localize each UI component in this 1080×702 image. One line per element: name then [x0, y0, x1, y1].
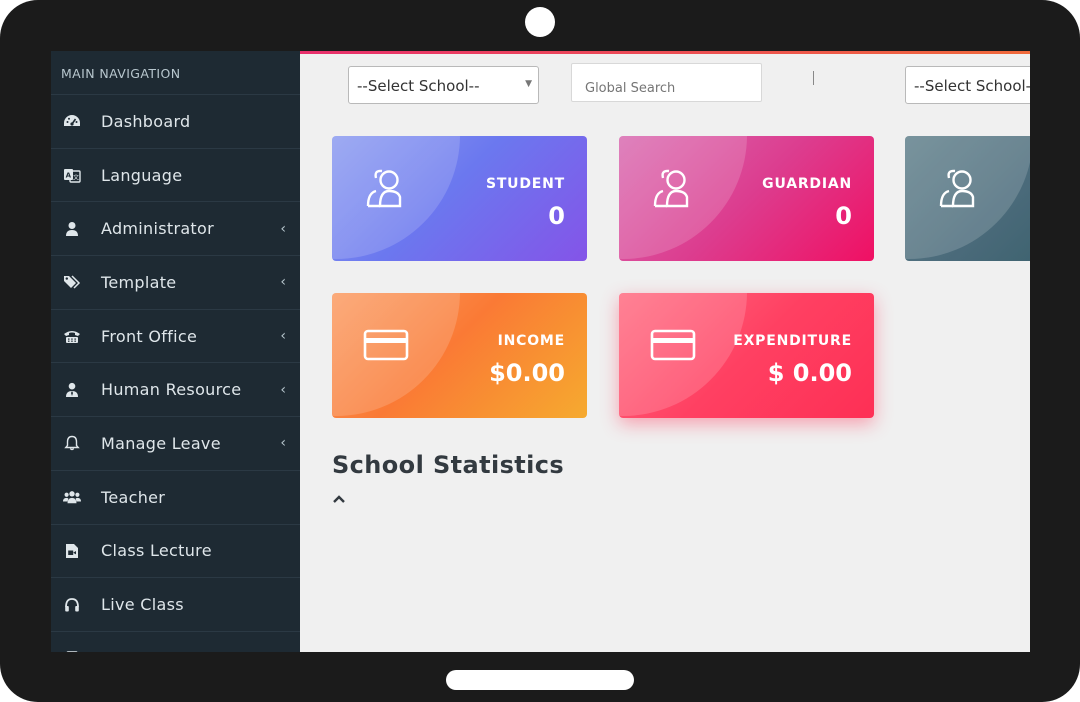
sidebar-item-label: Language [101, 165, 183, 185]
home-button[interactable] [446, 670, 634, 690]
student-stat-card[interactable]: STUDENT 0 [332, 136, 587, 261]
sidebar-item-class-lecture[interactable]: Class Lecture [51, 525, 300, 579]
card-label: EXPENDITURE [733, 333, 852, 349]
screen: MAIN NAVIGATION Dashboard A文 Language Ad… [51, 51, 1030, 652]
dashboard-icon [63, 112, 81, 130]
sidebar-item-label: Class Lecture [101, 541, 212, 561]
sidebar-item-label: Administrator [101, 219, 214, 239]
main-navigation-header: MAIN NAVIGATION [51, 51, 300, 95]
chevron-up-icon[interactable] [332, 493, 346, 505]
user-tie-icon [63, 381, 81, 399]
credit-card-icon [363, 329, 409, 361]
users-outline-icon [653, 169, 689, 208]
sidebar-item-label: Front Office [101, 326, 198, 346]
sidebar-item-live-class[interactable]: Live Class [51, 578, 300, 632]
users-outline-icon [939, 169, 975, 208]
guardian-stat-card[interactable]: GUARDIAN 0 [619, 136, 874, 261]
chevron-left-icon: ‹ [280, 435, 286, 452]
tablet-frame: MAIN NAVIGATION Dashboard A文 Language Ad… [0, 0, 1080, 702]
school-select[interactable]: --Select School-- ▼ [348, 66, 539, 104]
teacher-stat-card[interactable] [905, 136, 1030, 261]
headphones-icon [63, 596, 81, 614]
caret-down-icon: ▼ [525, 79, 532, 89]
sidebar-item-label: Manage Leave [101, 433, 221, 453]
credit-card-icon [650, 329, 696, 361]
sidebar: MAIN NAVIGATION Dashboard A文 Language Ad… [51, 51, 300, 652]
expenditure-stat-card[interactable]: EXPENDITURE $ 0.00 [619, 293, 874, 418]
sidebar-item-label: Template [101, 272, 177, 292]
card-label: GUARDIAN [762, 176, 852, 192]
sidebar-item-label: Teacher [101, 487, 166, 507]
svg-text:文: 文 [73, 174, 79, 182]
camera-icon [525, 7, 555, 37]
school-select-value: --Select School-- [914, 77, 1030, 95]
income-stat-card[interactable]: INCOME $0.00 [332, 293, 587, 418]
card-value: $ 0.00 [767, 359, 852, 387]
card-value: 0 [548, 202, 565, 230]
card-label: INCOME [497, 333, 565, 349]
chevron-left-icon: ‹ [280, 328, 286, 345]
chevron-left-icon: ‹ [280, 274, 286, 291]
main-content: --Select School-- ▼ --Select School-- ST… [300, 51, 1030, 652]
bell-icon [63, 434, 81, 452]
users-icon [63, 488, 81, 506]
file-icon [63, 649, 81, 652]
sidebar-item-administrator[interactable]: Administrator ‹ [51, 202, 300, 257]
tags-icon [63, 273, 81, 291]
card-value: $0.00 [489, 359, 565, 387]
card-value: 0 [835, 202, 852, 230]
global-search-input[interactable] [571, 63, 762, 102]
sidebar-item-human-resource[interactable]: Human Resource ‹ [51, 363, 300, 418]
language-icon: A文 [63, 166, 81, 184]
svg-text:A: A [66, 172, 72, 180]
card-label: STUDENT [485, 176, 565, 192]
chevron-left-icon: ‹ [280, 381, 286, 398]
school-statistics-title: School Statistics [332, 451, 565, 479]
phone-icon [63, 327, 81, 345]
users-outline-icon [366, 169, 402, 208]
top-accent-bar [300, 51, 1030, 54]
sidebar-item-teacher[interactable]: Teacher [51, 471, 300, 525]
file-video-icon [63, 542, 81, 560]
sidebar-item-label: Dashboard [101, 111, 191, 131]
sidebar-item-label: Human Resource [101, 380, 242, 400]
sidebar-item-front-office[interactable]: Front Office ‹ [51, 310, 300, 364]
toolbar-divider [813, 71, 814, 85]
sidebar-item-dashboard[interactable]: Dashboard [51, 95, 300, 149]
sidebar-item-partial[interactable] [51, 632, 300, 652]
sidebar-item-template[interactable]: Template ‹ [51, 256, 300, 310]
school-select-value: --Select School-- [357, 77, 480, 95]
sidebar-item-language[interactable]: A文 Language [51, 149, 300, 203]
chevron-left-icon: ‹ [280, 220, 286, 237]
sidebar-item-label: Live Class [101, 595, 184, 615]
sidebar-item-manage-leave[interactable]: Manage Leave ‹ [51, 417, 300, 471]
user-icon [63, 220, 81, 238]
school-select-secondary[interactable]: --Select School-- [905, 66, 1030, 104]
